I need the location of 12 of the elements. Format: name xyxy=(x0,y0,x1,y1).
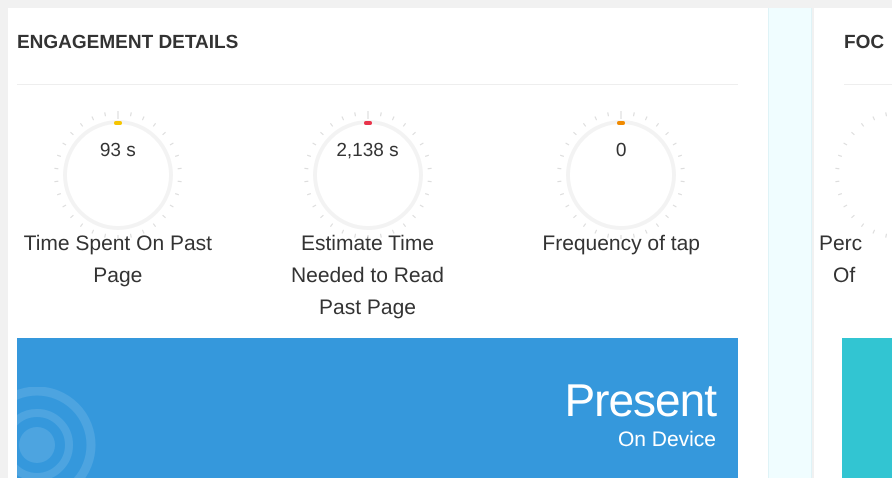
gauge-value: 2,138 s xyxy=(335,140,400,162)
gauge-label: Of xyxy=(832,263,856,289)
banner-subtext: On Device xyxy=(616,427,716,453)
gauge-label: Estimate Time Needed to Read Past Page xyxy=(290,231,445,321)
gauge-label: Frequency of tap xyxy=(541,231,701,257)
card-title: ENGAGEMENT DETAILS xyxy=(17,31,240,55)
banner-headline: Present xyxy=(564,374,716,426)
gauge-label: Time Spent On Past Page xyxy=(22,231,213,289)
gauge-label: Perc xyxy=(819,231,864,257)
gauge-value: 0 xyxy=(614,140,628,162)
card-title: FOC xyxy=(844,31,886,55)
gauge-value: 93 s xyxy=(98,140,137,162)
